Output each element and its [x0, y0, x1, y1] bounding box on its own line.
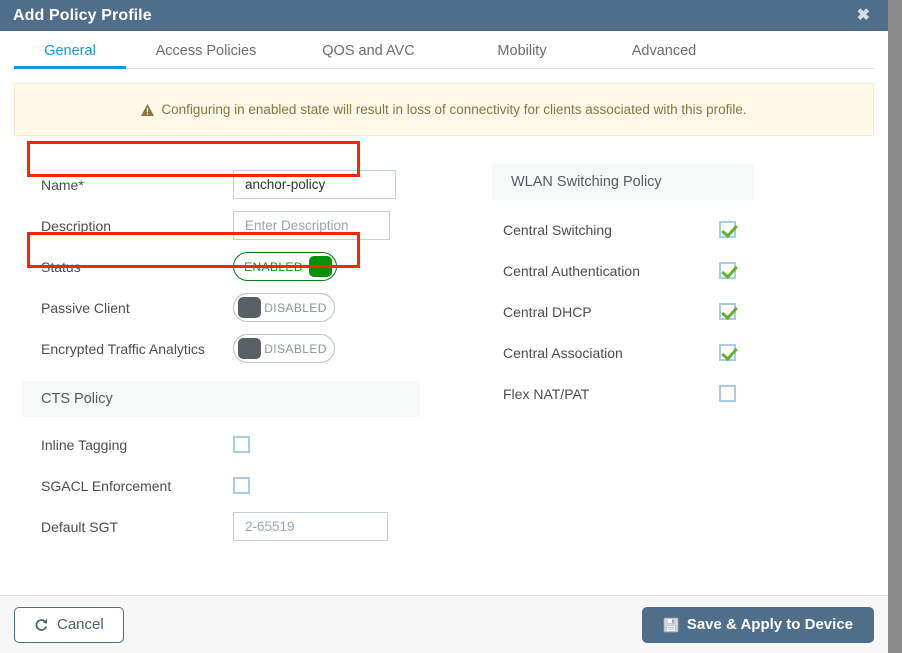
save-and-apply-button-label: Save & Apply to Device — [686, 616, 853, 633]
floppy-save-icon — [663, 617, 679, 633]
passive-client-row: Passive Client DISABLED — [22, 287, 422, 328]
warning-message-row: Configuring in enabled state will result… — [141, 102, 747, 117]
modal-title: Add Policy Profile — [13, 6, 152, 24]
general-settings-column: Name* Description Status ENABLED Passive… — [22, 164, 422, 547]
inline-tagging-checkbox[interactable] — [233, 436, 250, 453]
flex-nat-pat-label: Flex NAT/PAT — [503, 385, 590, 402]
cancel-button-label: Cancel — [57, 616, 104, 633]
inline-tagging-label: Inline Tagging — [41, 436, 128, 453]
flex-nat-pat-checkbox[interactable] — [719, 385, 736, 402]
cancel-button[interactable]: Cancel — [14, 606, 124, 643]
sgacl-enforcement-label: SGACL Enforcement — [41, 477, 172, 494]
modal-window: Add Policy Profile ✖ General Access Poli… — [0, 0, 888, 653]
central-switching-row: Central Switching — [492, 209, 754, 250]
description-input[interactable] — [233, 211, 390, 240]
central-dhcp-checkbox[interactable] — [719, 303, 736, 320]
encrypted-traffic-analytics-toggle[interactable]: DISABLED — [233, 334, 335, 363]
warning-banner: Configuring in enabled state will result… — [14, 83, 874, 136]
sgacl-enforcement-row: SGACL Enforcement — [22, 465, 422, 506]
central-association-label: Central Association — [503, 344, 623, 361]
name-input[interactable] — [233, 170, 396, 199]
passive-client-toggle[interactable]: DISABLED — [233, 293, 335, 322]
passive-client-toggle-knob — [238, 297, 261, 318]
warning-text: Configuring in enabled state will result… — [161, 102, 747, 117]
status-label: Status — [41, 258, 81, 275]
central-dhcp-label: Central DHCP — [503, 303, 592, 320]
wlan-switching-policy-section-header: WLAN Switching Policy — [492, 164, 754, 200]
encrypted-traffic-analytics-toggle-state: DISABLED — [264, 341, 327, 356]
central-association-row: Central Association — [492, 332, 754, 373]
default-sgt-label: Default SGT — [41, 518, 119, 535]
modal-footer: Cancel Save & Apply to Device — [0, 595, 888, 653]
central-association-checkbox[interactable] — [719, 344, 736, 361]
close-icon[interactable]: ✖ — [853, 6, 874, 26]
warning-triangle-icon — [141, 103, 155, 116]
passive-client-label: Passive Client — [41, 299, 130, 316]
scrollbar-thumb[interactable] — [888, 0, 902, 653]
central-switching-checkbox[interactable] — [719, 221, 736, 238]
central-authentication-checkbox[interactable] — [719, 262, 736, 279]
tab-bar: General Access Policies QOS and AVC Mobi… — [14, 31, 874, 69]
central-switching-label: Central Switching — [503, 221, 612, 238]
status-toggle-state: ENABLED — [244, 259, 303, 274]
passive-client-toggle-state: DISABLED — [264, 300, 327, 315]
inline-tagging-row: Inline Tagging — [22, 424, 422, 465]
wlan-switching-policy-column: WLAN Switching Policy Central Switching … — [492, 164, 754, 414]
name-row: Name* — [22, 164, 422, 205]
central-authentication-label: Central Authentication — [503, 262, 640, 279]
modal-body: Configuring in enabled state will result… — [0, 69, 888, 595]
status-toggle-knob — [309, 256, 332, 277]
tab-advanced[interactable]: Advanced — [593, 43, 735, 68]
modal-titlebar: Add Policy Profile ✖ — [0, 0, 888, 31]
description-label: Description — [41, 217, 112, 234]
tab-qos-and-avc[interactable]: QOS and AVC — [286, 43, 451, 68]
description-row: Description — [22, 205, 422, 246]
flex-nat-pat-row: Flex NAT/PAT — [492, 373, 754, 414]
undo-arrow-icon — [34, 617, 49, 632]
name-label: Name* — [41, 176, 84, 193]
tab-general[interactable]: General — [14, 43, 126, 69]
status-row: Status ENABLED — [22, 246, 422, 287]
status-toggle[interactable]: ENABLED — [233, 252, 337, 281]
encrypted-traffic-analytics-label: Encrypted Traffic Analytics — [41, 340, 205, 357]
cts-policy-section-header: CTS Policy — [22, 381, 420, 417]
tab-mobility[interactable]: Mobility — [451, 43, 593, 68]
default-sgt-row: Default SGT — [22, 506, 422, 547]
encrypted-traffic-analytics-toggle-knob — [238, 338, 261, 359]
add-policy-profile-dialog: Add Policy Profile ✖ General Access Poli… — [0, 0, 902, 653]
save-and-apply-button[interactable]: Save & Apply to Device — [641, 606, 874, 643]
default-sgt-input[interactable] — [233, 512, 388, 541]
tab-access-policies[interactable]: Access Policies — [126, 43, 286, 68]
central-authentication-row: Central Authentication — [492, 250, 754, 291]
sgacl-enforcement-checkbox[interactable] — [233, 477, 250, 494]
page-scrollbar[interactable] — [888, 0, 902, 653]
central-dhcp-row: Central DHCP — [492, 291, 754, 332]
encrypted-traffic-analytics-row: Encrypted Traffic Analytics DISABLED — [22, 328, 422, 369]
